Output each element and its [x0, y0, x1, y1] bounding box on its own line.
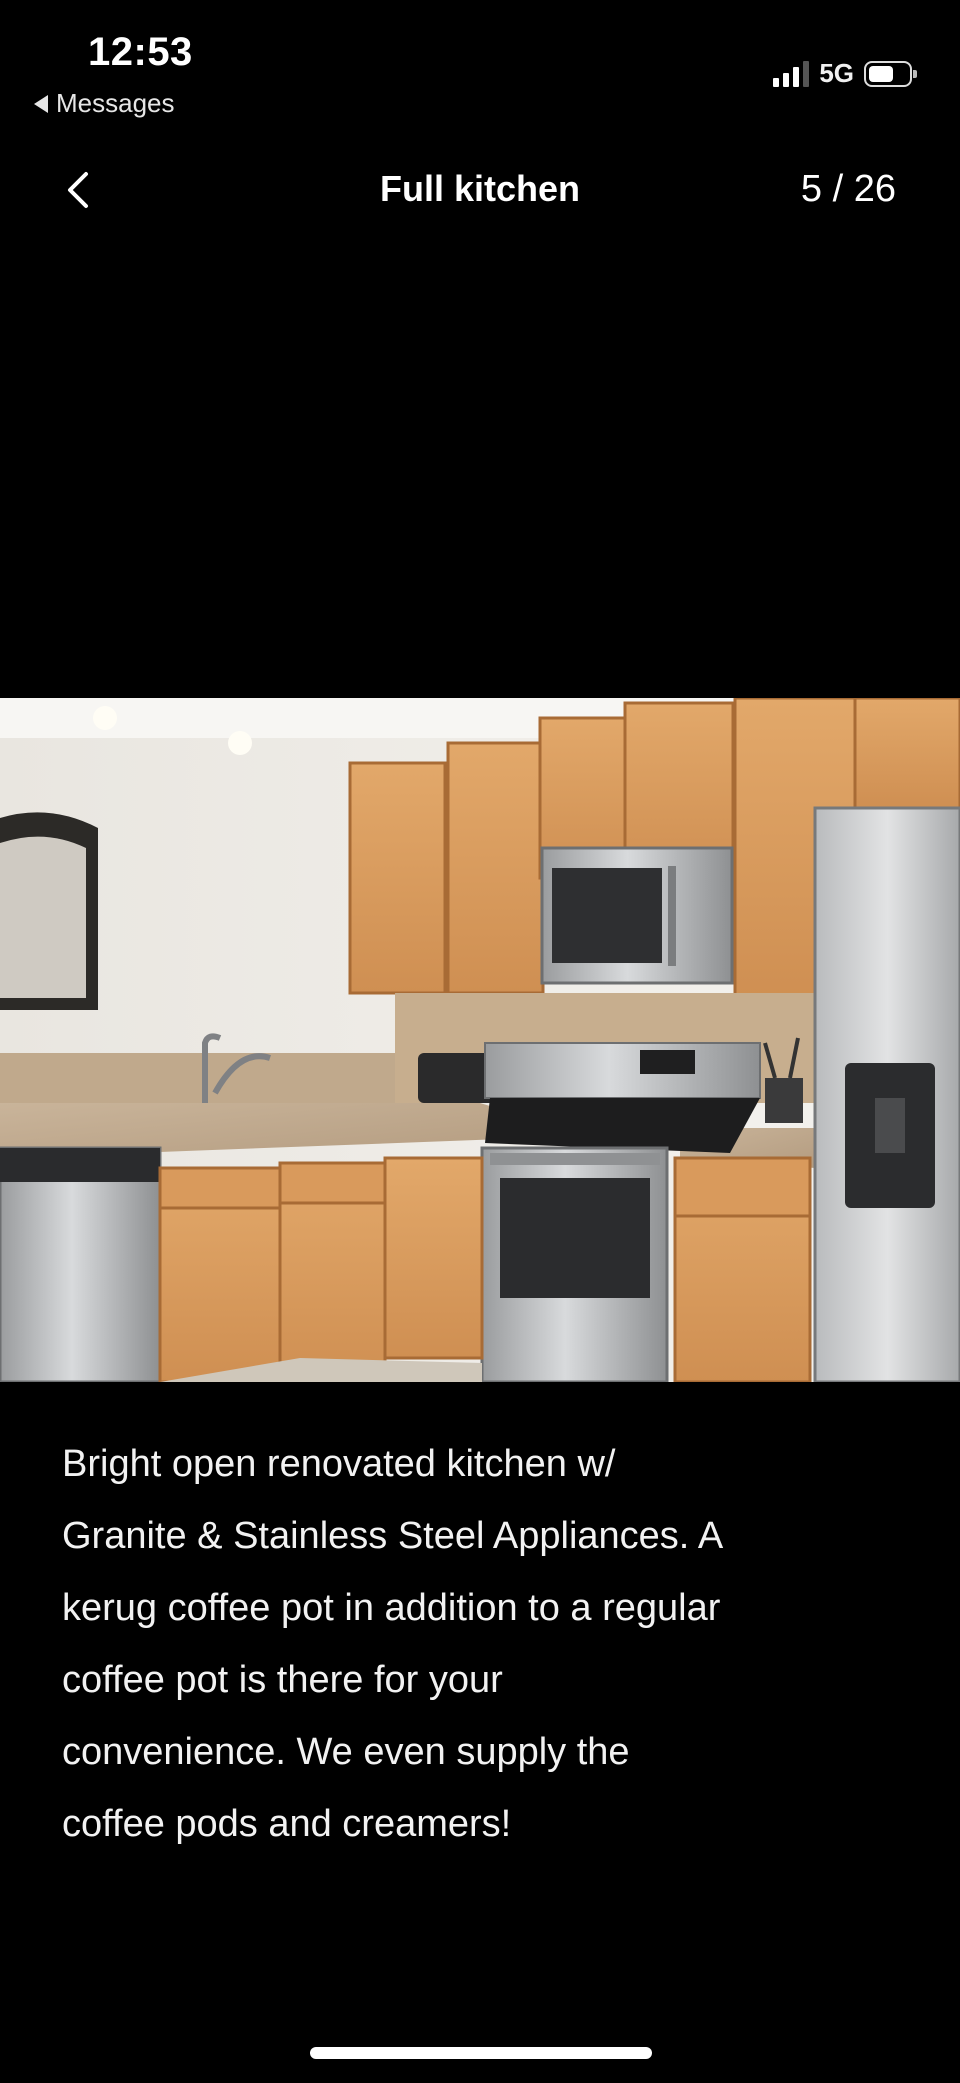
signal-icon [773, 60, 810, 87]
status-time: 12:53 [88, 30, 193, 74]
home-indicator[interactable] [310, 2047, 652, 2059]
back-to-app-label: Messages [56, 88, 175, 118]
listing-caption: Bright open renovated kitchen w/ Granite… [62, 1443, 724, 1845]
status-indicators: 5G [773, 58, 917, 89]
battery-icon [864, 60, 917, 87]
network-label: 5G [819, 58, 854, 88]
kitchen-photo[interactable] [0, 698, 960, 1382]
photo-counter: 5 / 26 [800, 168, 896, 210]
back-triangle-icon [34, 94, 48, 113]
back-to-messages-link[interactable]: Messages [34, 88, 175, 119]
